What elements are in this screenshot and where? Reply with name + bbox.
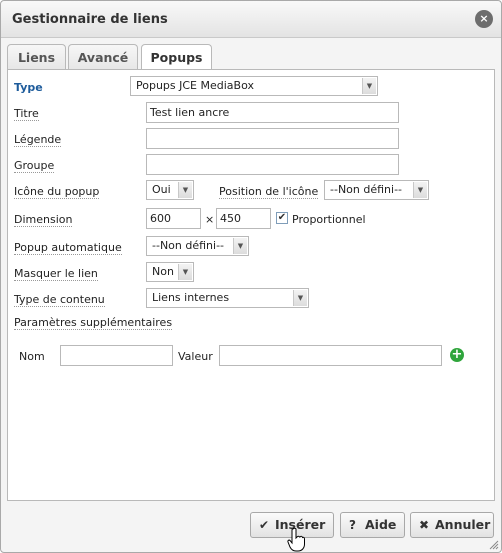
help-icon: ? <box>349 518 356 532</box>
dialog-title: Gestionnaire de liens <box>12 12 168 27</box>
popups-panel: Type Popups JCE MediaBox ▼ Titre Test li… <box>7 69 495 501</box>
valeur-label: Valeur <box>178 350 213 363</box>
icone-popup-select[interactable]: Oui ▼ <box>146 180 194 200</box>
proportionnel-checkbox[interactable]: ✔ <box>276 212 288 224</box>
cancel-icon: ✖ <box>419 518 430 532</box>
dimension-label: Dimension <box>14 213 73 227</box>
masquer-lien-select[interactable]: Non ▼ <box>146 262 194 282</box>
dimension-width-input[interactable]: 600 <box>146 208 201 229</box>
type-label: Type <box>14 81 43 94</box>
tab-popups[interactable]: Popups <box>141 44 212 71</box>
tab-avance[interactable]: Avancé <box>68 44 138 70</box>
parametres-label: Paramètres supplémentaires <box>14 316 173 330</box>
chevron-down-icon: ▼ <box>178 182 192 198</box>
type-contenu-value: Liens internes <box>152 291 230 304</box>
link-manager-dialog: Gestionnaire de liens × Liens Avancé Pop… <box>0 0 502 553</box>
aide-label: Aide <box>365 517 397 532</box>
legende-input[interactable] <box>146 128 399 149</box>
legende-label: Légende <box>14 133 62 147</box>
add-parameter-icon[interactable]: + <box>450 348 464 362</box>
position-icone-select[interactable]: --Non défini-- ▼ <box>324 180 429 200</box>
popup-automatique-value: --Non défini-- <box>152 239 225 252</box>
annuler-button[interactable]: ✖ Annuler <box>410 512 494 538</box>
tab-liens[interactable]: Liens <box>7 44 66 70</box>
close-icon[interactable]: × <box>475 10 493 28</box>
resize-grip-icon[interactable] <box>489 540 499 550</box>
type-contenu-label: Type de contenu <box>14 293 105 307</box>
aide-button[interactable]: ? Aide <box>340 512 405 538</box>
popup-automatique-label: Popup automatique <box>14 241 122 255</box>
chevron-down-icon: ▼ <box>233 238 247 254</box>
nom-label: Nom <box>19 350 45 363</box>
proportionnel-label: Proportionnel <box>292 213 366 226</box>
dimension-height-input[interactable]: 450 <box>216 208 271 229</box>
groupe-label: Groupe <box>14 159 55 173</box>
type-contenu-select[interactable]: Liens internes ▼ <box>146 288 309 308</box>
type-select-value: Popups JCE MediaBox <box>136 79 254 92</box>
masquer-lien-label: Masquer le lien <box>14 267 98 281</box>
icone-popup-label: Icône du popup <box>14 185 100 199</box>
icone-popup-value: Oui <box>152 183 171 196</box>
chevron-down-icon: ▼ <box>178 264 192 280</box>
nom-input[interactable] <box>60 345 173 366</box>
chevron-down-icon: ▼ <box>293 290 307 306</box>
chevron-down-icon: ▼ <box>413 182 427 198</box>
masquer-lien-value: Non <box>152 265 174 278</box>
titre-label: Titre <box>14 107 39 121</box>
dimension-separator: × <box>205 213 215 226</box>
hand-pointer-icon <box>287 528 305 552</box>
valeur-input[interactable] <box>219 345 442 366</box>
groupe-input[interactable] <box>146 154 399 175</box>
chevron-down-icon: ▼ <box>362 78 376 94</box>
position-icone-value: --Non défini-- <box>330 183 403 196</box>
dialog-titlebar[interactable]: Gestionnaire de liens × <box>1 1 501 38</box>
titre-input[interactable]: Test lien ancre <box>146 102 399 123</box>
annuler-label: Annuler <box>435 517 491 532</box>
popup-automatique-select[interactable]: --Non défini-- ▼ <box>146 236 249 256</box>
type-select[interactable]: Popups JCE MediaBox ▼ <box>130 76 378 96</box>
position-icone-label: Position de l'icône <box>219 185 319 199</box>
check-icon: ✔ <box>259 518 270 532</box>
